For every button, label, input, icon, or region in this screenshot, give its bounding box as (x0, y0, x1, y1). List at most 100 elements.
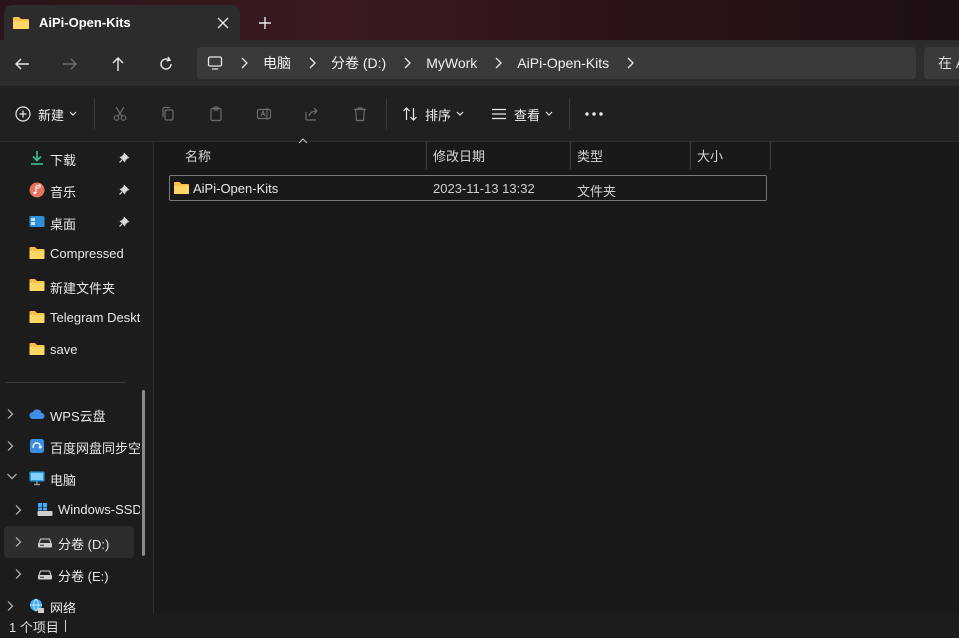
tab-aipi-open-kits[interactable]: AiPi-Open-Kits (4, 5, 240, 40)
tab-title: AiPi-Open-Kits (39, 15, 131, 30)
file-name: AiPi-Open-Kits (193, 181, 279, 196)
sidebar-item-label: 新建文件夹 (50, 281, 116, 296)
sidebar-item-windows-ssd[interactable]: Windows-SSD (0, 494, 140, 526)
cloud-icon (29, 406, 45, 422)
divider (6, 382, 126, 383)
chevron-right-icon[interactable] (301, 53, 323, 73)
back-button[interactable] (6, 48, 38, 80)
chevron-right-icon[interactable] (487, 53, 509, 73)
sidebar-scrollbar[interactable] (142, 390, 145, 556)
close-icon[interactable] (208, 8, 238, 38)
rename-icon (256, 106, 272, 122)
chevron-right-icon[interactable] (619, 53, 641, 73)
chevron-right-icon[interactable] (6, 408, 14, 420)
rename-button[interactable] (249, 100, 279, 128)
status-divider (65, 620, 66, 632)
sidebar-item-music[interactable]: 音乐 (0, 174, 140, 206)
sort-button[interactable]: 排序 (402, 100, 464, 128)
more-icon (585, 112, 603, 116)
forward-button[interactable] (54, 48, 86, 80)
sidebar-item-label: 下载 (50, 153, 77, 168)
file-type: 文件夹 (577, 184, 617, 199)
chevron-right-icon[interactable] (396, 53, 418, 73)
folder-icon (12, 16, 30, 30)
chevron-right-icon[interactable] (233, 53, 255, 73)
desktop-icon (29, 214, 45, 230)
chevron-right-icon[interactable] (6, 440, 14, 452)
new-tab-button[interactable] (250, 8, 280, 38)
search-input[interactable]: 在 A (924, 47, 959, 79)
chevron-down-icon (69, 111, 77, 117)
computer-icon[interactable] (207, 55, 223, 71)
folder-icon (29, 278, 45, 294)
chevron-right-icon[interactable] (14, 536, 22, 548)
sidebar-item-volume-e[interactable]: 分卷 (E:) (0, 558, 140, 590)
sidebar-item-label: 分卷 (D:) (58, 537, 110, 552)
sidebar-item-new-folder[interactable]: 新建文件夹 (0, 270, 140, 302)
refresh-icon (158, 56, 174, 72)
network-icon (29, 598, 45, 613)
download-icon (29, 150, 45, 166)
copy-button[interactable] (153, 100, 183, 128)
sidebar-item-wps-cloud[interactable]: WPS云盘 (0, 398, 140, 430)
sidebar-item-downloads[interactable]: 下载 (0, 142, 140, 174)
sidebar-item-telegram-desktop[interactable]: Telegram Desktop (0, 302, 140, 334)
sidebar-item-label: 音乐 (50, 185, 77, 200)
view-label: 查看 (514, 107, 541, 123)
breadcrumb-aipi-open-kits[interactable]: AiPi-Open-Kits (517, 55, 609, 71)
chevron-right-icon[interactable] (6, 600, 14, 612)
windows-drive-icon (37, 502, 53, 518)
title-bar: AiPi-Open-Kits (0, 0, 959, 44)
breadcrumb-mywork[interactable]: MyWork (426, 55, 477, 71)
column-header-type[interactable]: 类型 (571, 142, 690, 169)
sidebar-item-volume-d[interactable]: 分卷 (D:) (4, 526, 134, 558)
sidebar-item-this-pc[interactable]: 电脑 (0, 462, 140, 494)
column-header-size[interactable]: 大小 (691, 142, 770, 169)
chevron-down-icon[interactable] (6, 472, 18, 480)
chevron-down-icon (456, 111, 464, 117)
item-count: 1 个项目 (9, 620, 59, 635)
sort-label: 排序 (425, 107, 452, 123)
view-button[interactable]: 查看 (491, 100, 553, 128)
column-header-name[interactable]: 名称 (179, 142, 426, 169)
scissors-icon (112, 106, 128, 122)
breadcrumb-volume-d[interactable]: 分卷 (D:) (331, 53, 386, 73)
sidebar-item-label: Telegram Desktop (50, 310, 140, 325)
folder-icon (29, 310, 45, 326)
clipboard-icon (208, 106, 224, 122)
sidebar-item-label: Windows-SSD (58, 502, 140, 517)
column-divider[interactable] (770, 142, 771, 169)
sidebar-item-label: 分卷 (E:) (58, 569, 109, 584)
navigation-pane: 下载 音乐 桌面 Compressed 新建文件夹 Telegram Deskt… (0, 142, 153, 613)
breadcrumb-computer[interactable]: 电脑 (263, 53, 291, 73)
sidebar-item-label: 网络 (50, 601, 77, 613)
sidebar-item-save[interactable]: save (0, 334, 140, 366)
sidebar-item-label: Compressed (50, 246, 124, 261)
sidebar-item-label: 桌面 (50, 217, 77, 232)
refresh-button[interactable] (150, 48, 182, 80)
baidu-sync-icon (29, 438, 45, 454)
column-header-modified[interactable]: 修改日期 (427, 142, 570, 169)
computer-icon (29, 470, 45, 486)
up-button[interactable] (102, 48, 134, 80)
status-bar: 1 个项目 (0, 613, 959, 638)
new-button[interactable]: 新建 (15, 100, 77, 128)
table-row[interactable]: AiPi-Open-Kits 2023-11-13 13:32 文件夹 (169, 175, 767, 201)
address-bar[interactable]: 电脑 分卷 (D:) MyWork AiPi-Open-Kits (197, 47, 916, 79)
drive-icon (37, 534, 53, 550)
sidebar-item-desktop[interactable]: 桌面 (0, 206, 140, 238)
more-button[interactable] (579, 100, 609, 128)
folder-icon (29, 246, 45, 262)
view-lines-icon (491, 106, 507, 122)
paste-button[interactable] (201, 100, 231, 128)
pin-icon (119, 216, 130, 227)
sidebar-item-network[interactable]: 网络 (0, 590, 140, 613)
sidebar-item-compressed[interactable]: Compressed (0, 238, 140, 270)
cut-button[interactable] (105, 100, 135, 128)
sidebar-item-baidu-sync[interactable]: 百度网盘同步空间 (0, 430, 140, 462)
divider (386, 99, 387, 129)
share-button[interactable] (297, 100, 327, 128)
chevron-right-icon[interactable] (14, 504, 22, 516)
delete-button[interactable] (345, 100, 375, 128)
chevron-right-icon[interactable] (14, 568, 22, 580)
